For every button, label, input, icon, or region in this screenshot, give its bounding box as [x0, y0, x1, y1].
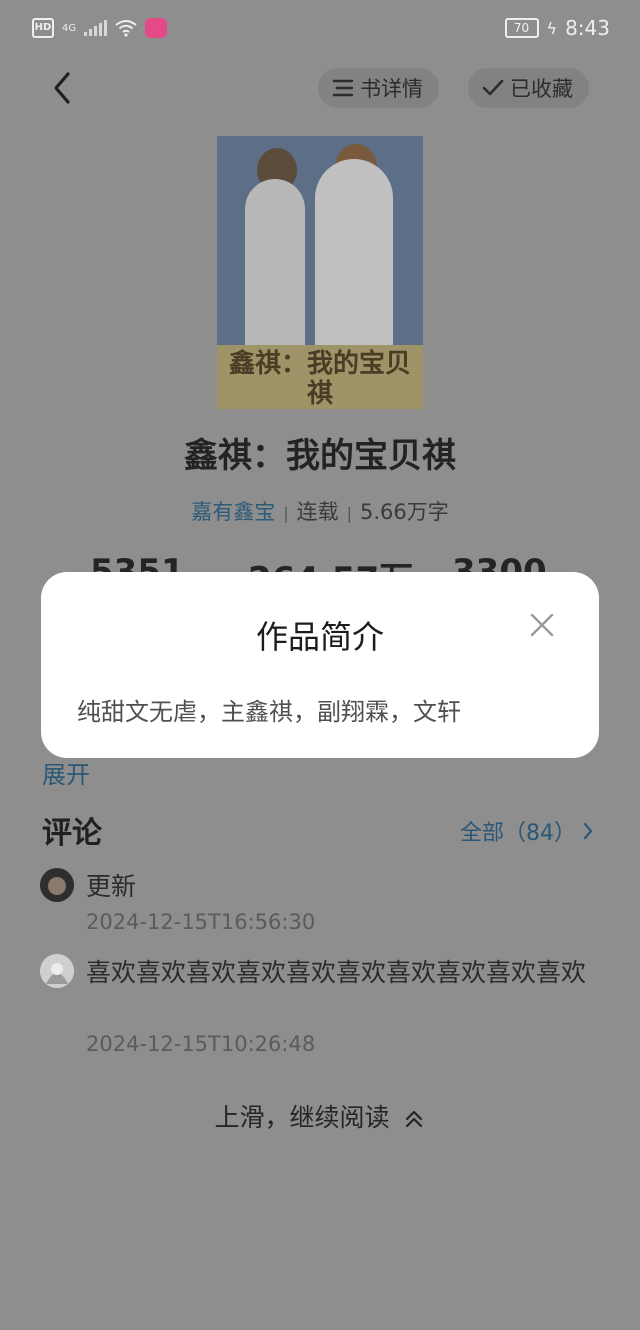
word-count: 5.66万字: [360, 500, 449, 524]
continue-reading-hint[interactable]: 上滑，继续阅读: [0, 1098, 640, 1134]
back-button[interactable]: [44, 68, 84, 108]
author-link[interactable]: 嘉有鑫宝: [191, 500, 275, 524]
serial-status: 连载: [296, 500, 339, 524]
signal-icon: [84, 20, 108, 36]
chevron-left-icon: [54, 72, 70, 104]
book-cover-image[interactable]: 鑫祺：我的宝贝祺: [217, 136, 423, 409]
hd-indicator: HD: [32, 18, 54, 38]
comment-time: 2024-12-15T10:26:48: [86, 1032, 316, 1056]
cover-title-text: 鑫祺：我的宝贝祺: [217, 345, 423, 409]
continue-reading-label: 上滑，继续阅读: [214, 1103, 390, 1132]
close-button[interactable]: [527, 610, 557, 640]
avatar[interactable]: [40, 954, 74, 988]
avatar[interactable]: [40, 868, 74, 902]
book-meta: 嘉有鑫宝 | 连载 | 5.66万字: [0, 496, 640, 526]
battery-icon: 70: [504, 18, 539, 38]
synopsis-text: 纯甜文无虐，主鑫祺，副翔霖，文轩: [77, 698, 461, 726]
comments-heading: 评论: [42, 816, 102, 851]
book-detail-label: 书详情: [360, 77, 423, 101]
separator: |: [346, 504, 352, 523]
favorited-button[interactable]: 已收藏: [468, 68, 589, 108]
double-chevron-up-icon: [406, 1110, 423, 1128]
cover-figure: [315, 159, 393, 349]
check-icon: [482, 79, 504, 96]
modal-title: 作品简介: [255, 618, 384, 656]
charging-icon: ϟ: [546, 18, 558, 38]
all-comments-label: 全部（84）: [460, 821, 576, 846]
cover-figure: [245, 179, 305, 349]
favorited-label: 已收藏: [510, 77, 573, 101]
network-type: 4G: [62, 22, 77, 34]
status-bar: HD 4G 70 ϟ 8:43: [0, 0, 640, 58]
book-detail-page: HD 4G 70 ϟ 8:43 书详情 已收藏 鑫祺：我的宝贝祺 鑫祺：我的宝贝…: [0, 0, 640, 1330]
comment-time: 2024-12-15T16:56:30: [86, 910, 316, 934]
expand-link[interactable]: 展开: [42, 755, 90, 790]
app-notification-icon: [145, 18, 168, 38]
book-detail-button[interactable]: 书详情: [318, 68, 439, 108]
book-title: 鑫祺：我的宝贝祺: [184, 436, 456, 476]
wifi-icon: [115, 19, 137, 37]
all-comments-link[interactable]: 全部（84）: [460, 815, 594, 847]
clock: 8:43: [565, 16, 610, 40]
chevron-right-icon: [583, 822, 593, 840]
comment-text: 喜欢喜欢喜欢喜欢喜欢喜欢喜欢喜欢喜欢喜欢: [86, 958, 587, 987]
close-icon: [530, 613, 554, 637]
separator: |: [283, 504, 289, 523]
list-icon: [332, 79, 354, 97]
comment-text: 更新: [86, 872, 137, 901]
synopsis-modal: 作品简介 纯甜文无虐，主鑫祺，副翔霖，文轩: [41, 572, 599, 758]
